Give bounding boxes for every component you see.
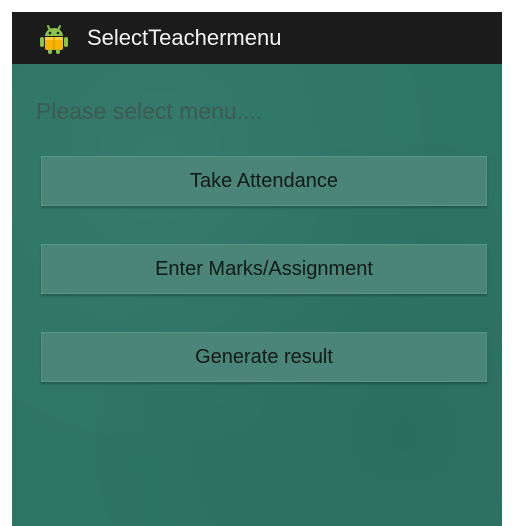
enter-marks-assignment-button[interactable]: Enter Marks/Assignment (41, 244, 487, 294)
action-bar: SelectTeachermenu (12, 12, 502, 64)
app-window: SelectTeachermenu Please select menu....… (12, 12, 502, 526)
select-menu-prompt: Please select menu.... (36, 98, 263, 124)
app-title: SelectTeachermenu (87, 25, 282, 50)
take-attendance-button[interactable]: Take Attendance (41, 156, 487, 206)
android-robot-icon (40, 25, 68, 54)
main-content: Please select menu.... Take Attendance E… (12, 64, 502, 526)
generate-result-button[interactable]: Generate result (41, 332, 487, 382)
